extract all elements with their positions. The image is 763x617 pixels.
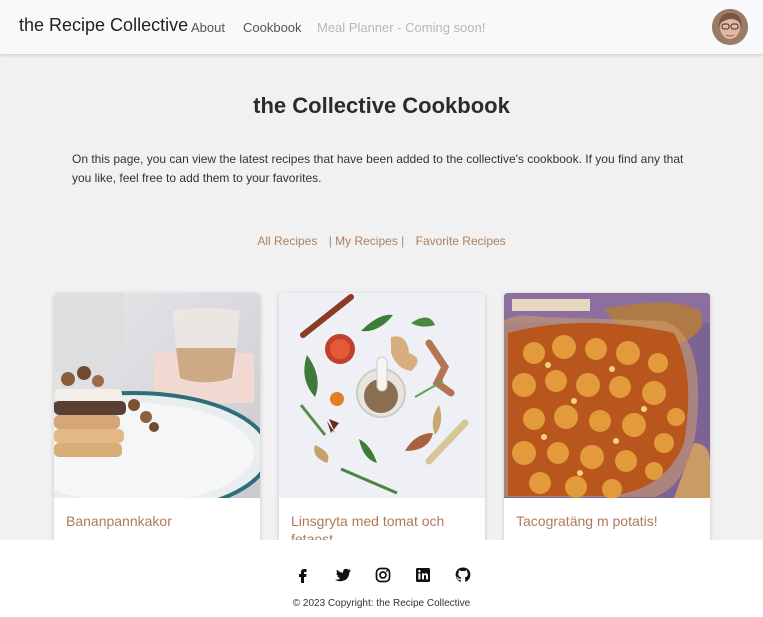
facebook-icon[interactable]: [294, 566, 312, 584]
copyright-brand-link[interactable]: the Recipe Collective: [376, 598, 470, 609]
recipe-card[interactable]: Tacogratäng m potatis!: [504, 293, 710, 553]
linkedin-icon[interactable]: [414, 566, 432, 584]
brand-link[interactable]: the Recipe Collective: [19, 15, 188, 36]
twitter-icon[interactable]: [334, 566, 352, 584]
user-avatar[interactable]: [712, 9, 748, 45]
recipe-card[interactable]: Bananpannkakor: [54, 293, 260, 553]
nav-about-link[interactable]: About: [191, 20, 225, 35]
recipe-title[interactable]: Tacogratäng m potatis!: [516, 512, 701, 530]
navbar: the Recipe Collective About Cookbook Mea…: [0, 0, 763, 54]
recipe-image: [279, 293, 485, 498]
filter-favorite-recipes[interactable]: Favorite Recipes: [416, 234, 506, 248]
instagram-icon[interactable]: [374, 566, 392, 584]
footer: © 2023 Copyright: the Recipe Collective: [0, 540, 763, 617]
nav-cookbook-link[interactable]: Cookbook: [243, 20, 302, 35]
github-icon[interactable]: [454, 566, 472, 584]
recipe-title[interactable]: Bananpannkakor: [66, 512, 251, 530]
recipe-filters: All Recipes | My Recipes | Favorite Reci…: [0, 234, 763, 248]
copyright: © 2023 Copyright: the Recipe Collective: [0, 598, 763, 609]
recipe-image: [54, 293, 260, 498]
intro-text: On this page, you can view the latest re…: [72, 152, 684, 185]
filter-all-recipes[interactable]: All Recipes: [257, 234, 317, 248]
filter-my-recipes[interactable]: | My Recipes |: [329, 234, 405, 248]
page-title: the Collective Cookbook: [253, 93, 510, 118]
recipe-card[interactable]: Linsgryta med tomat och fetaost: [279, 293, 485, 553]
nav-meal-planner-disabled: Meal Planner - Coming soon!: [317, 20, 486, 35]
copyright-prefix: © 2023 Copyright:: [292, 598, 377, 609]
recipe-image: [504, 293, 710, 498]
